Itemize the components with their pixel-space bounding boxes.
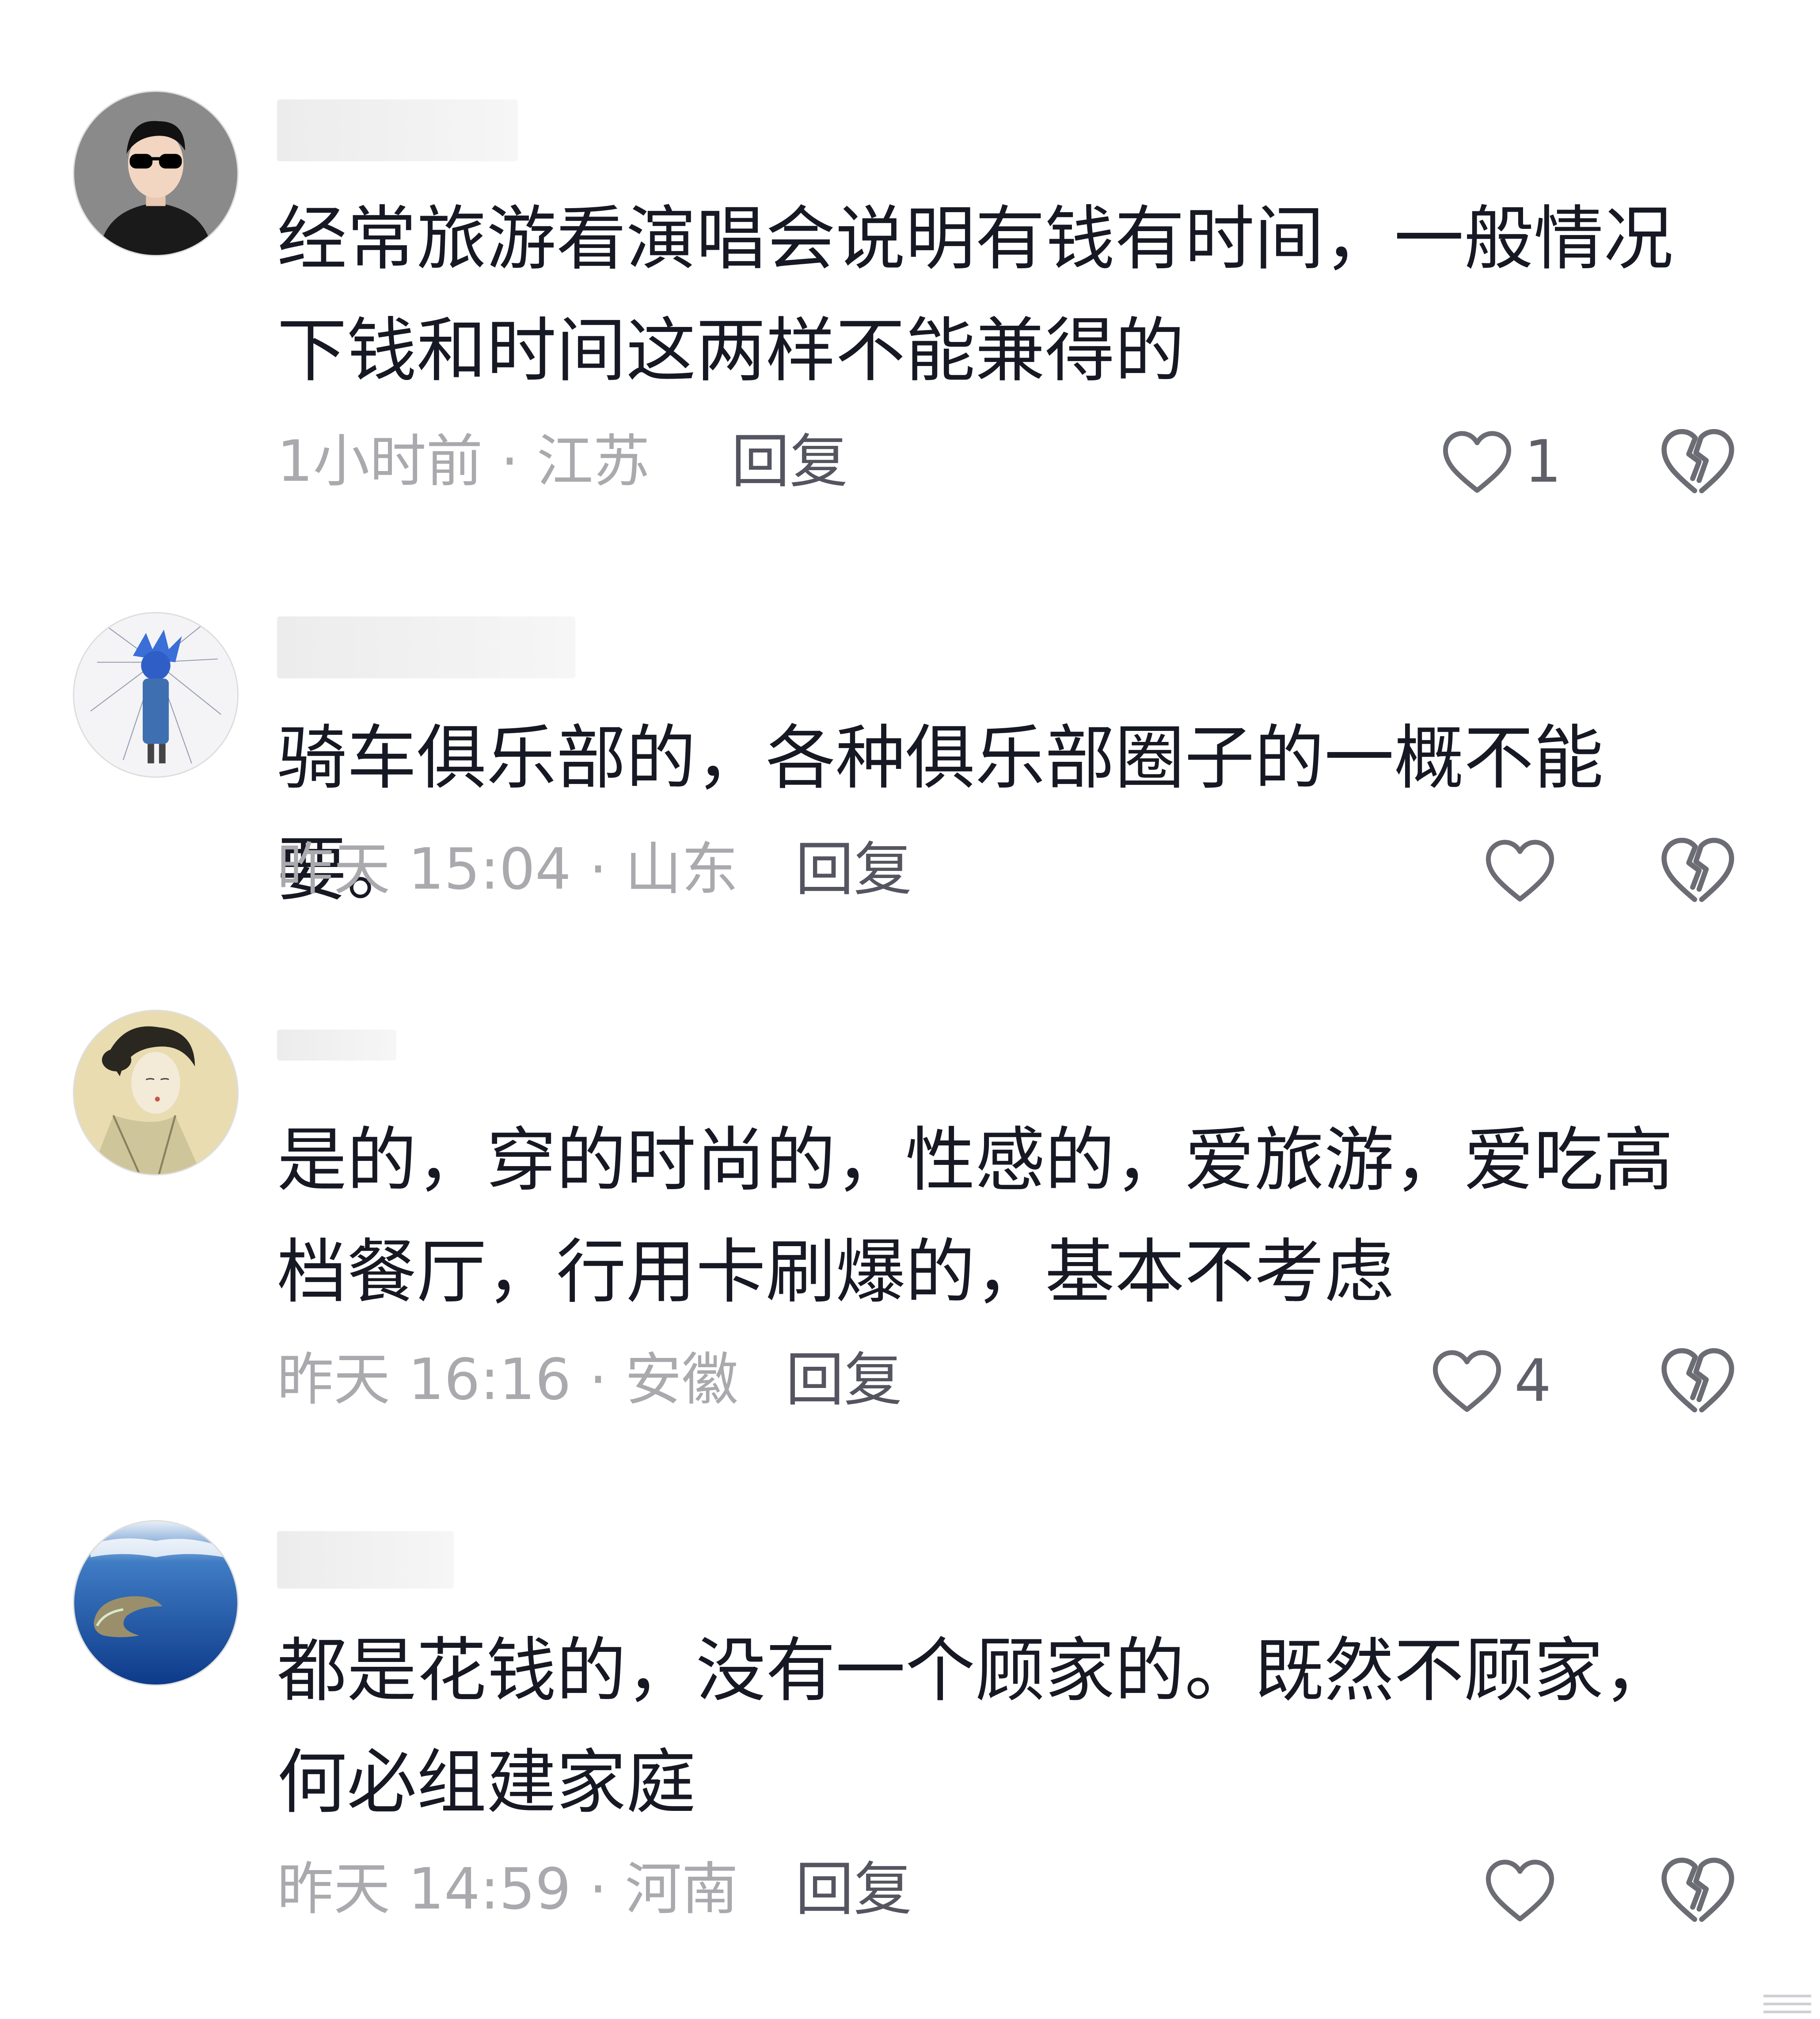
heart-outline-icon: [1486, 1859, 1554, 1922]
comment-time: 昨天 15:04: [277, 836, 571, 902]
comment-meta: 昨天 14:59 · 河南: [277, 1859, 738, 1920]
man-with-sunglasses-avatar-icon: [74, 92, 237, 255]
dislike-button[interactable]: [1659, 835, 1736, 906]
like-button[interactable]: [1482, 833, 1567, 908]
reply-button[interactable]: 回复: [795, 839, 912, 901]
classical-lady-painting-avatar-icon: [74, 1011, 237, 1174]
meta-separator: ·: [589, 836, 607, 902]
scroll-indicator: [1761, 1991, 1814, 2017]
dislike-button[interactable]: [1659, 1855, 1736, 1926]
username-redacted[interactable]: [277, 1531, 454, 1589]
comment-meta: 昨天 16:16 · 安徽: [277, 1349, 738, 1411]
comment-meta: 昨天 15:04 · 山东: [277, 839, 738, 901]
username-redacted[interactable]: [277, 616, 575, 678]
comment-location: 江苏: [536, 429, 650, 494]
broken-heart-icon: [1661, 1857, 1734, 1922]
comment-text: 经常旅游看演唱会说明有钱有时间，一般情况下钱和时间这两样不能兼得的: [277, 198, 1673, 392]
comment-text: 都是花钱的，没有一个顾家的。既然不顾家，何必组建家庭: [277, 1630, 1673, 1823]
dislike-button[interactable]: [1659, 1346, 1736, 1416]
comment-text: 是的，穿的时尚的，性感的，爱旅游，爱吃高档餐厅，行用卡刷爆的，基本不考虑: [277, 1120, 1673, 1313]
comment-time: 昨天 16:16: [277, 1347, 571, 1413]
comment-meta: 1小时前 · 江苏: [277, 431, 650, 493]
like-count: 4: [1514, 1347, 1551, 1415]
comment-location: 河南: [625, 1856, 738, 1922]
like-button[interactable]: 4: [1429, 1343, 1551, 1418]
heart-outline-icon: [1486, 840, 1554, 902]
avatar[interactable]: [73, 1520, 239, 1686]
like-button[interactable]: 1: [1440, 424, 1562, 499]
heart-outline-icon: [1443, 431, 1512, 493]
like-button[interactable]: [1482, 1853, 1567, 1928]
island-aerial-avatar-icon: [74, 1521, 237, 1684]
heart-outline-icon: [1432, 1350, 1501, 1412]
like-count: 1: [1524, 428, 1562, 496]
comment-time: 1小时前: [277, 429, 483, 494]
comment-time: 昨天 14:59: [277, 1856, 571, 1922]
username-redacted[interactable]: [277, 1030, 396, 1061]
username-redacted[interactable]: [277, 99, 518, 161]
broken-heart-icon: [1661, 837, 1734, 902]
comment-location: 山东: [625, 836, 738, 902]
meta-separator: ·: [501, 429, 519, 494]
reply-button[interactable]: 回复: [731, 431, 848, 493]
meta-separator: ·: [589, 1856, 607, 1922]
meta-separator: ·: [589, 1347, 607, 1413]
avatar[interactable]: [73, 1010, 239, 1175]
avatar[interactable]: [73, 91, 239, 256]
comment-location: 安徽: [625, 1347, 738, 1413]
broken-heart-icon: [1661, 1348, 1734, 1413]
abstract-blue-figure-avatar-icon: [74, 613, 237, 776]
broken-heart-icon: [1661, 429, 1734, 494]
reply-button[interactable]: 回复: [786, 1349, 902, 1411]
reply-button[interactable]: 回复: [795, 1859, 912, 1920]
dislike-button[interactable]: [1659, 426, 1736, 497]
avatar[interactable]: [73, 612, 239, 778]
